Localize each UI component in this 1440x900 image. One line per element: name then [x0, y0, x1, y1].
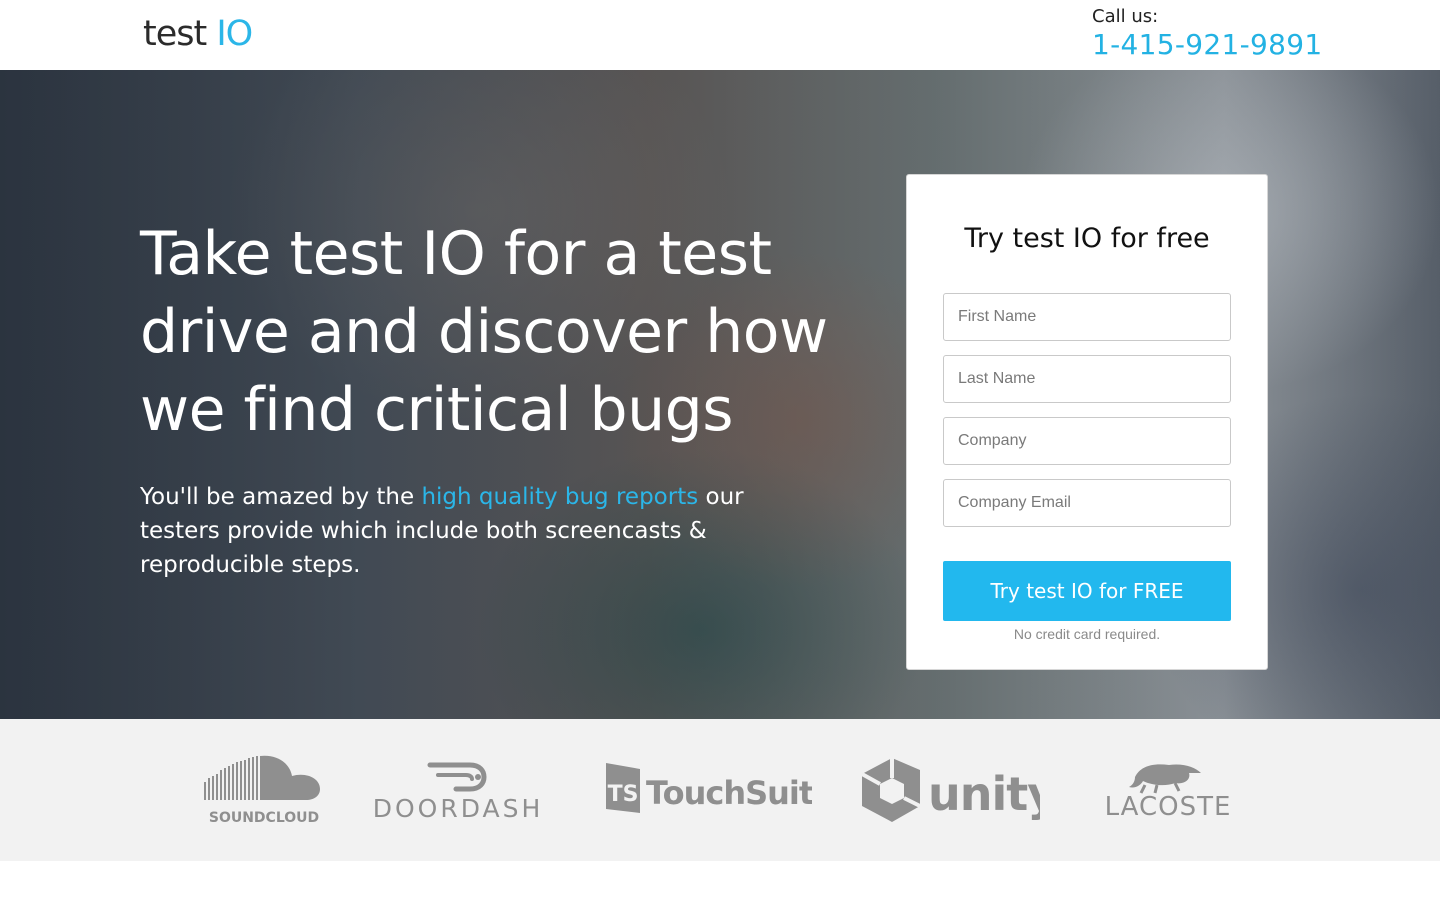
- no-credit-card-note: No credit card required.: [1013, 626, 1161, 642]
- doordash-logo: DOORDASH: [368, 719, 548, 861]
- company-email-input[interactable]: [943, 479, 1231, 527]
- hero-subtext: You'll be amazed by the high quality bug…: [140, 480, 820, 582]
- touchsuite-wordmark: TouchSuite: [646, 774, 812, 812]
- hero-headline: Take test IO for a test drive and discov…: [140, 219, 828, 445]
- testio-logo[interactable]: test IO: [143, 14, 253, 54]
- last-name-input[interactable]: [943, 355, 1231, 403]
- unity-logo: unity: [850, 719, 1046, 861]
- company-input[interactable]: [943, 417, 1231, 465]
- call-us-block: Call us: 1-415-921-9891: [1092, 6, 1332, 62]
- form-title: Try test IO for free: [964, 223, 1210, 254]
- first-name-input[interactable]: [943, 293, 1231, 341]
- touchsuite-logo: TS TouchSuite: [590, 719, 818, 861]
- page-bottom-spacer: [0, 861, 1440, 900]
- phone-number-link[interactable]: 1-415-921-9891: [1092, 28, 1332, 62]
- unity-cube-icon: unity: [861, 758, 1040, 822]
- signup-form-card: Try test IO for free Try test IO for FRE…: [906, 174, 1268, 670]
- lacoste-logo: LACOSTE: [1090, 719, 1246, 861]
- lacoste-wordmark: LACOSTE: [1105, 792, 1232, 822]
- doordash-icon: DOORDASH: [374, 762, 542, 823]
- try-free-button[interactable]: Try test IO for FREE: [943, 561, 1231, 621]
- soundcloud-wordmark: SOUNDCLOUD: [209, 810, 319, 826]
- logo-text-test: test: [143, 14, 207, 54]
- soundcloud-logo: SOUNDCLOUD: [196, 719, 332, 861]
- touchsuite-mark: TS: [608, 782, 639, 807]
- hero-subtext-before: You'll be amazed by the: [140, 484, 422, 510]
- call-us-label: Call us:: [1092, 6, 1159, 27]
- crocodile-icon: LACOSTE: [1105, 764, 1232, 822]
- bug-reports-link[interactable]: high quality bug reports: [421, 484, 698, 510]
- client-logos-strip: SOUNDCLOUD DOORDASH TS TouchSuite unity: [0, 719, 1440, 861]
- site-header: test IO Call us: 1-415-921-9891: [0, 0, 1440, 70]
- hero-section: Take test IO for a test drive and discov…: [0, 70, 1440, 719]
- touchsuite-icon: TS TouchSuite: [606, 763, 812, 813]
- logo-text-io: IO: [216, 14, 253, 54]
- soundcloud-icon: SOUNDCLOUD: [204, 755, 320, 826]
- doordash-wordmark: DOORDASH: [374, 794, 542, 823]
- unity-wordmark: unity: [928, 767, 1040, 821]
